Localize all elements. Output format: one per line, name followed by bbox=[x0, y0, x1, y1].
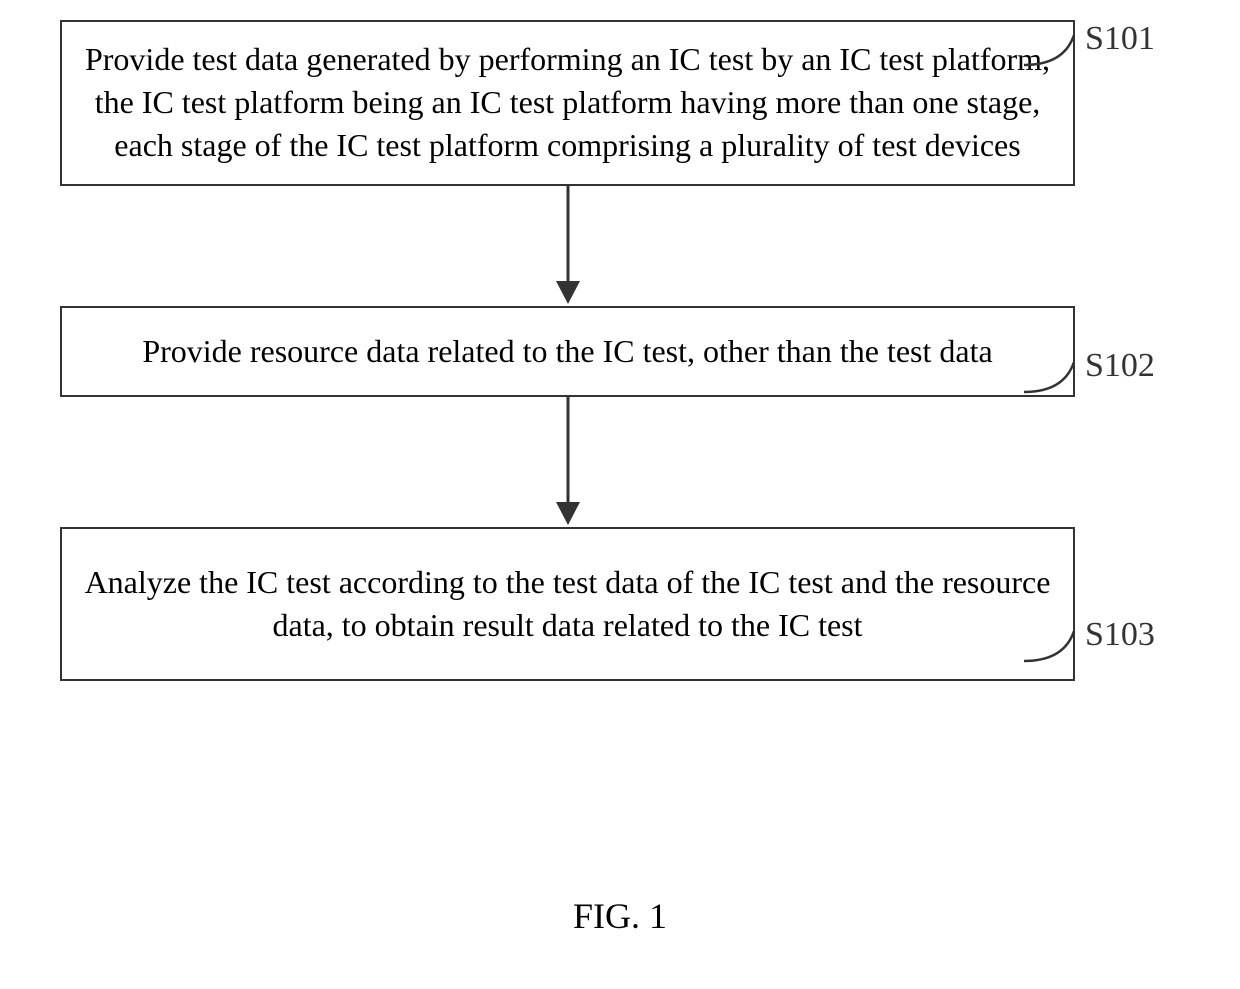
arrow-1 bbox=[60, 186, 1075, 306]
step-text-2: Provide resource data related to the IC … bbox=[142, 333, 992, 369]
arrow-2 bbox=[60, 397, 1075, 527]
step-label-3: S103 bbox=[1085, 616, 1155, 654]
step-text-3: Analyze the IC test according to the tes… bbox=[85, 564, 1051, 643]
arrow-down-icon bbox=[548, 397, 588, 527]
step-text-1: Provide test data generated by performin… bbox=[85, 41, 1050, 163]
flowchart-container: Provide test data generated by performin… bbox=[60, 20, 1180, 681]
step-box-3: Analyze the IC test according to the tes… bbox=[60, 527, 1075, 681]
arrow-down-icon bbox=[548, 186, 588, 306]
figure-caption: FIG. 1 bbox=[0, 895, 1240, 937]
step-label-1: S101 bbox=[1085, 20, 1155, 58]
step-label-2: S102 bbox=[1085, 347, 1155, 385]
step-box-1: Provide test data generated by performin… bbox=[60, 20, 1075, 186]
step-box-2: Provide resource data related to the IC … bbox=[60, 306, 1075, 397]
